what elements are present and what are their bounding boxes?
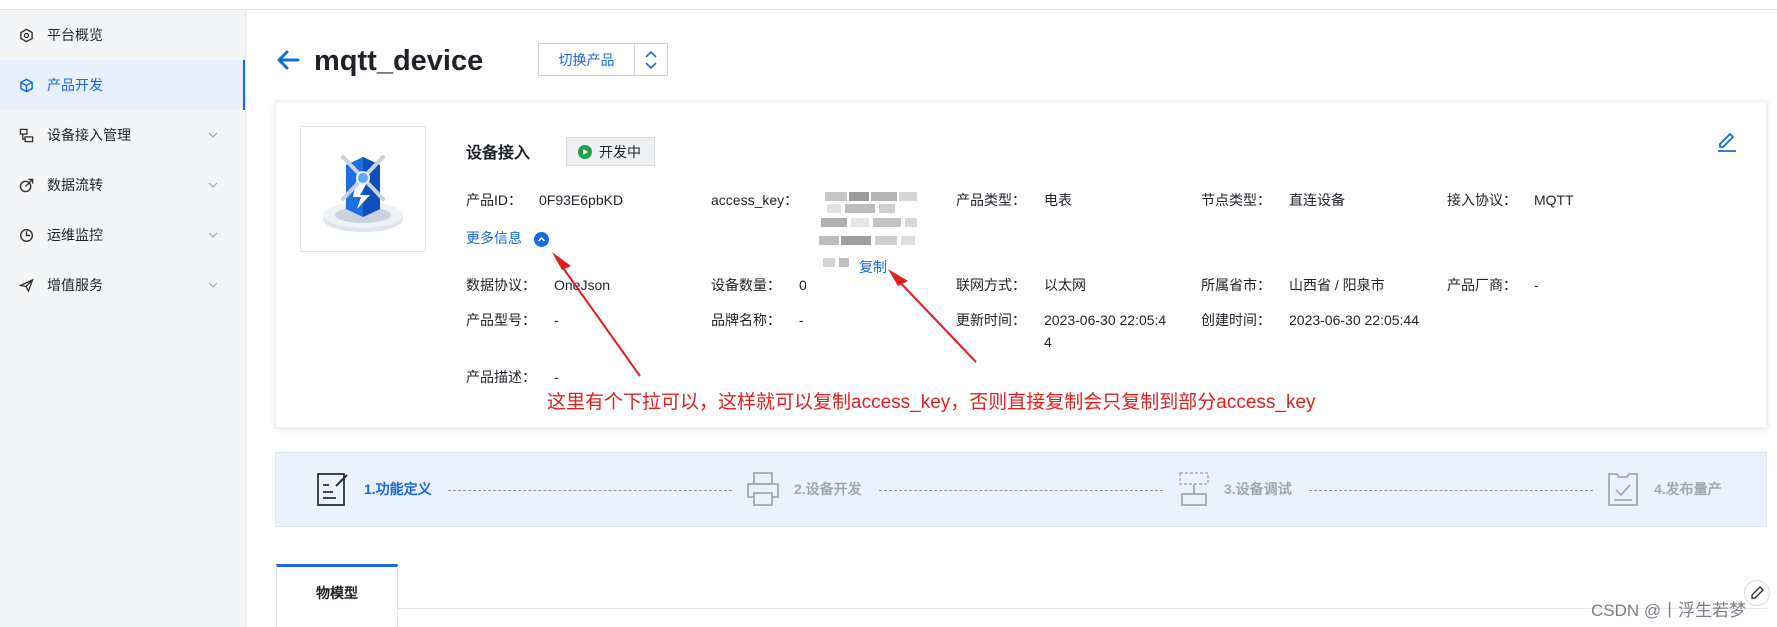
switch-product-label: 切换产品	[539, 44, 635, 75]
updated-value-wrap: 4	[1044, 334, 1052, 350]
access-key-label: access_key：	[711, 192, 799, 208]
chevron-down-icon	[208, 132, 218, 138]
chevron-down-icon	[208, 282, 218, 288]
product-id-label: 产品ID：	[466, 192, 522, 208]
model-value: -	[554, 312, 559, 328]
checklist-icon	[1608, 473, 1638, 506]
sidebar-item-platform-overview[interactable]: 平台概览	[0, 10, 245, 60]
sidebar-item-data-flow[interactable]: 数据流转	[0, 160, 245, 210]
region-label: 所属省市：	[1201, 277, 1271, 293]
sidebar-item-device-access[interactable]: 设备接入管理	[0, 110, 245, 160]
brand-label: 品牌名称：	[711, 312, 781, 328]
model-label: 产品型号：	[466, 312, 536, 328]
status-text: 开发中	[599, 143, 641, 160]
step-device-development[interactable]: 2.设备开发	[794, 479, 862, 499]
status-badge: 开发中	[566, 137, 655, 166]
product-logo	[300, 126, 426, 252]
brand-value: -	[799, 312, 804, 328]
network-label: 联网方式：	[956, 277, 1026, 293]
tab-divider	[398, 608, 1767, 609]
definition-icon	[317, 473, 348, 506]
network-value: 以太网	[1044, 277, 1086, 293]
product-type-label: 产品类型：	[956, 192, 1026, 208]
step-connector	[1309, 490, 1593, 491]
step-device-debug[interactable]: 3.设备调试	[1224, 479, 1292, 499]
section-title: 设备接入	[466, 145, 531, 162]
up-down-arrows-icon[interactable]	[635, 44, 667, 75]
vendor-label: 产品厂商：	[1447, 277, 1517, 293]
annotation-text: 这里有个下拉可以，这样就可以复制access_key，否则直接复制会只复制到部分…	[547, 392, 1316, 413]
updated-value: 2023-06-30 22:05:4	[1044, 312, 1167, 328]
watermark: CSDN @丨浮生若梦	[1591, 601, 1747, 620]
send-icon	[18, 277, 34, 293]
protocol-value: MQTT	[1534, 192, 1574, 208]
feedback-edit-icon[interactable]	[1744, 580, 1770, 606]
switch-product-button[interactable]: 切换产品	[538, 43, 668, 76]
node-type-value: 直连设备	[1289, 192, 1345, 208]
sidebar-item-product-dev[interactable]: 产品开发	[0, 60, 245, 110]
chevron-down-icon	[208, 182, 218, 188]
data-protocol-label: 数据协议：	[466, 277, 536, 293]
sidebar-item-label: 设备接入管理	[47, 127, 131, 143]
protocol-label: 接入协议：	[1447, 192, 1517, 208]
sidebar-item-label: 产品开发	[47, 77, 103, 93]
step-connector	[879, 490, 1163, 491]
node-type-label: 节点类型：	[1201, 192, 1271, 208]
top-bar	[0, 0, 1777, 10]
created-value: 2023-06-30 22:05:44	[1289, 312, 1419, 328]
updated-label: 更新时间：	[956, 312, 1026, 328]
page-title: mqtt_device	[314, 45, 484, 77]
tab-thing-model[interactable]: 物模型	[276, 564, 398, 627]
more-info-link[interactable]: 更多信息	[466, 228, 522, 248]
device-count-value: 0	[799, 277, 807, 293]
hexagon-icon	[18, 27, 34, 43]
product-type-value: 电表	[1044, 192, 1072, 208]
sidebar-item-label: 数据流转	[47, 177, 103, 193]
step-connector	[448, 490, 732, 491]
step-release[interactable]: 4.发布量产	[1654, 479, 1722, 499]
cube-icon	[18, 77, 34, 93]
product-id-value: 0F93E6pbKD	[539, 192, 624, 208]
play-icon	[578, 144, 592, 159]
sidebar: 平台概览 产品开发 设备接入管理 数据流转 运维监控 增值服务	[0, 10, 246, 627]
monitor-icon	[18, 227, 34, 243]
chevron-down-icon	[208, 232, 218, 238]
description-label: 产品描述：	[466, 369, 536, 385]
sidebar-item-label: 增值服务	[47, 277, 103, 293]
region-value: 山西省 / 阳泉市	[1289, 277, 1385, 293]
sidebar-item-value-added[interactable]: 增值服务	[0, 260, 245, 310]
sidebar-item-ops-monitor[interactable]: 运维监控	[0, 210, 245, 260]
data-flow-icon	[18, 177, 34, 193]
device-count-label: 设备数量：	[711, 277, 781, 293]
sidebar-item-label: 平台概览	[47, 27, 103, 43]
copy-link[interactable]: 复制	[859, 257, 887, 277]
sidebar-item-label: 运维监控	[47, 227, 103, 243]
created-label: 创建时间：	[1201, 312, 1271, 328]
chevron-up-icon[interactable]	[534, 232, 549, 247]
description-value: -	[554, 369, 559, 385]
vendor-value: -	[1534, 277, 1539, 293]
edit-icon[interactable]	[1715, 130, 1739, 154]
printer-icon	[747, 472, 779, 506]
debug-icon	[1179, 472, 1209, 506]
data-protocol-value: OneJson	[554, 277, 611, 293]
device-access-icon	[18, 127, 34, 143]
back-arrow-icon[interactable]	[275, 47, 301, 73]
step-function-definition[interactable]: 1.功能定义	[364, 479, 432, 499]
